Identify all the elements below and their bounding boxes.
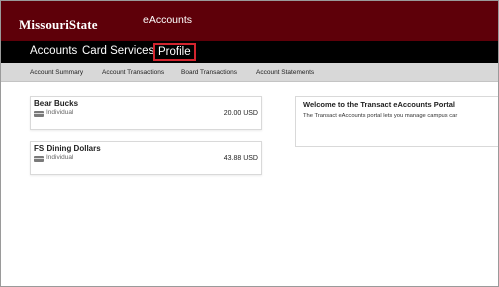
welcome-title: Welcome to the Transact eAccounts Portal [303,100,455,109]
top-banner: MissouriState eAccounts [1,1,498,41]
account-card-bear-bucks[interactable]: Bear Bucks Individual 20.00 USD [30,96,262,130]
missouri-state-logo[interactable]: MissouriState [19,17,98,33]
subnav-board-transactions[interactable]: Board Transactions [181,69,237,76]
sub-navigation: Account Summary Account Transactions Boa… [1,63,498,82]
account-name: Bear Bucks [34,99,79,108]
nav-card-services[interactable]: Card Services [82,45,154,57]
app-title: eAccounts [143,14,193,26]
account-type: Individual [46,109,74,116]
subnav-account-transactions[interactable]: Account Transactions [102,69,164,76]
main-navigation: Accounts Card Services Profile [1,41,498,63]
account-balance: 20.00 USD [223,110,258,117]
card-icon [34,156,44,162]
account-card-fs-dining-dollars[interactable]: FS Dining Dollars Individual 43.88 USD [30,141,262,175]
welcome-panel: Welcome to the Transact eAccounts Portal… [295,96,498,147]
welcome-text: The Transact eAccounts portal lets you m… [303,113,458,119]
account-balance: 43.88 USD [223,155,258,162]
account-name: FS Dining Dollars [34,144,101,153]
browser-viewport: MissouriState eAccounts Accounts Card Se… [0,0,499,287]
card-icon [34,111,44,117]
nav-profile[interactable]: Profile [153,43,196,61]
nav-accounts[interactable]: Accounts [30,45,77,57]
account-type: Individual [46,154,74,161]
main-content: Bear Bucks Individual 20.00 USD FS Dinin… [1,83,498,286]
subnav-account-summary[interactable]: Account Summary [30,69,83,76]
subnav-account-statements[interactable]: Account Statements [256,69,314,76]
